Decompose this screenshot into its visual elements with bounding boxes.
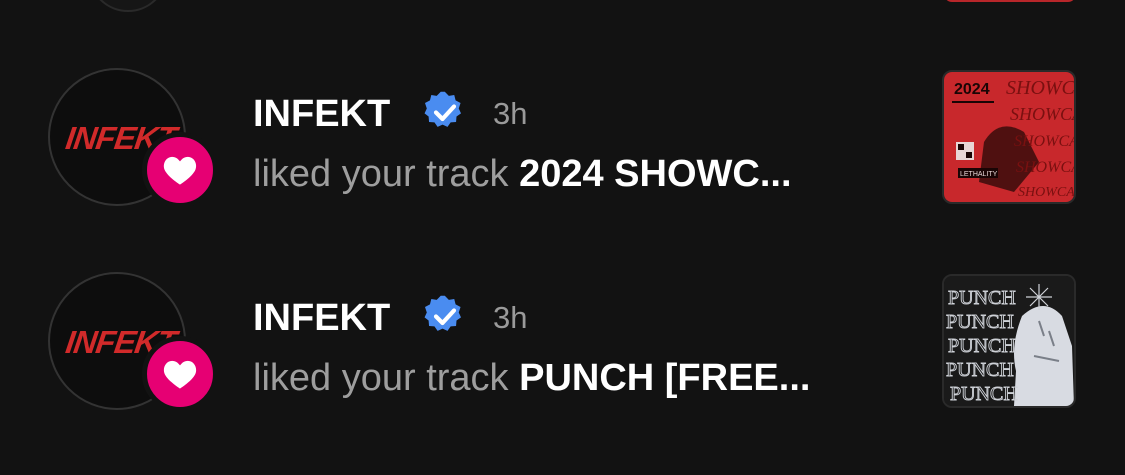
partial-avatar-previous (88, 0, 168, 12)
cover-text-5: PUNCH (950, 383, 1018, 405)
track-thumbnail[interactable]: SHOWCASE SHOWCASE SHOWCASE SHOWCASE SHOW… (942, 70, 1076, 204)
verified-badge-icon (424, 295, 461, 331)
cover-art-punch: PUNCH PUNCH PUNCH PUNCH PUNCH (944, 276, 1074, 406)
action-text: liked your track (253, 357, 520, 399)
notification-row[interactable]: INFEKT INFEKT 3h liked your track PUNCH … (0, 268, 1125, 418)
timestamp: 3h (493, 300, 528, 335)
action-text: liked your track (253, 153, 520, 195)
cover-text-4: PUNCH (946, 359, 1014, 381)
partial-thumbnail-previous (944, 0, 1076, 2)
cover-text-1: SHOWCASE (1006, 77, 1074, 99)
verified-badge-icon (424, 91, 461, 127)
heart-icon (163, 156, 197, 185)
cover-art-showcase: SHOWCASE SHOWCASE SHOWCASE SHOWCASE SHOW… (944, 72, 1074, 202)
username[interactable]: INFEKT (253, 92, 390, 136)
heart-badge (142, 336, 218, 412)
cover-text-3: PUNCH (948, 335, 1016, 357)
cover-brand: LETHALITY (960, 171, 998, 178)
notification-message: liked your track PUNCH [FREE... (253, 356, 810, 400)
cover-year: 2024 (954, 81, 990, 98)
username[interactable]: INFEKT (253, 296, 390, 340)
heart-icon (163, 360, 197, 389)
cover-text-2: PUNCH (946, 311, 1014, 333)
cover-text-1: PUNCH (948, 287, 1016, 309)
timestamp: 3h (493, 96, 528, 131)
cover-text-3: SHOWCASE (1014, 133, 1074, 150)
heart-badge (142, 132, 218, 208)
cover-text-2: SHOWCASE (1010, 104, 1074, 124)
notification-message: liked your track 2024 SHOWC... (253, 152, 792, 196)
cover-text-4: SHOWCASE (1016, 159, 1074, 176)
track-thumbnail[interactable]: PUNCH PUNCH PUNCH PUNCH PUNCH (942, 274, 1076, 408)
cover-text-5: SHOWCASE (1018, 185, 1074, 200)
track-title[interactable]: 2024 SHOWC... (519, 153, 791, 195)
notification-row[interactable]: INFEKT INFEKT 3h liked your track 2024 S… (0, 64, 1125, 214)
track-title[interactable]: PUNCH [FREE... (519, 357, 810, 399)
